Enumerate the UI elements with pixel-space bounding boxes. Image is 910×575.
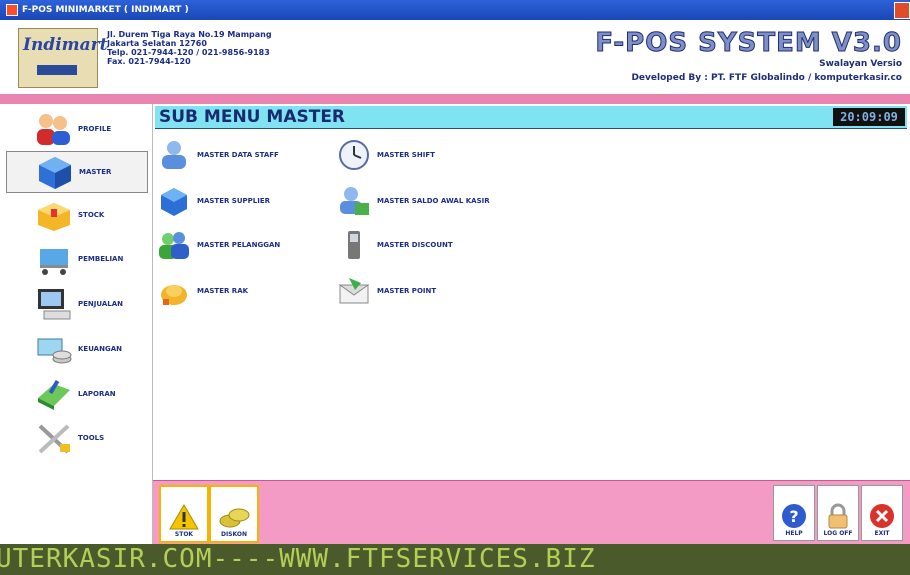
logo-text: Indimart [23, 35, 108, 55]
padlock-icon [828, 503, 848, 529]
sidebar-item-label: PEMBELIAN [78, 255, 124, 263]
stok-label: STOK [174, 531, 194, 538]
log-off-label: LOG OFF [823, 530, 853, 537]
cube-icon [35, 154, 75, 190]
clock-display: 20:09:09 [833, 108, 905, 126]
window-close-button[interactable] [894, 2, 910, 19]
sidebar-item-master[interactable]: MASTER [6, 151, 148, 193]
bottom-toolbar: STOK DISKON ? HELP LOG OFF EXIT [153, 480, 910, 545]
menu-item-master-pelanggan[interactable]: MASTER PELANGGAN [157, 228, 280, 262]
menu-item-master-supplier[interactable]: MASTER SUPPLIER [157, 184, 270, 218]
app-header: Indimart Jl. Durem Tiga Raya No.19 Mampa… [0, 20, 910, 94]
developer-credit: Developed By : PT. FTF Globalindo / komp… [631, 73, 902, 83]
menu-item-label: MASTER SALDO AWAL KASIR [377, 197, 490, 205]
shopping-cart-icon [34, 241, 74, 277]
log-off-button[interactable]: LOG OFF [817, 485, 859, 541]
menu-item-label: MASTER RAK [197, 287, 249, 295]
menu-item-master-shift[interactable]: MASTER SHIFT [337, 138, 435, 172]
phone-discount-icon [337, 229, 371, 261]
menu-item-master-point[interactable]: MASTER POINT [337, 274, 436, 308]
address-line: Jakarta Selatan 12760 [107, 39, 207, 48]
stok-button[interactable]: STOK [159, 485, 209, 543]
help-button[interactable]: ? HELP [773, 485, 815, 541]
exit-label: EXIT [874, 530, 890, 537]
address-line: Telp. 021-7944-120 / 021-9856-9183 [107, 48, 270, 57]
menu-item-master-rak[interactable]: MASTER RAK [157, 274, 248, 308]
coins-icon [219, 508, 250, 528]
customers-icon [157, 229, 191, 261]
staff-icon [157, 139, 191, 171]
sidebar-item-label: PROFILE [78, 125, 112, 133]
sidebar-item-label: STOCK [78, 211, 105, 219]
sidebar-item-laporan[interactable]: LAPORAN [6, 374, 146, 414]
submenu-header: SUB MENU MASTER 20:09:09 [155, 106, 907, 129]
exit-button[interactable]: EXIT [861, 485, 903, 541]
sidebar-item-label: PENJUALAN [78, 300, 123, 308]
company-logo: Indimart [18, 28, 107, 88]
company-address: Jl. Durem Tiga Raya No.19 Mampang Jakart… [107, 30, 272, 66]
sidebar-item-pembelian[interactable]: PEMBELIAN [6, 239, 146, 279]
main-panel: SUB MENU MASTER 20:09:09 MASTER DATA STA… [153, 104, 910, 480]
sidebar-item-label: LAPORAN [78, 390, 116, 398]
diskon-button[interactable]: DISKON [209, 485, 259, 543]
close-icon [870, 504, 894, 528]
menu-item-label: MASTER SHIFT [377, 151, 435, 159]
menu-item-label: MASTER POINT [377, 287, 437, 295]
users-icon [34, 111, 74, 147]
menu-item-master-data-staff[interactable]: MASTER DATA STAFF [157, 138, 279, 172]
warning-icon [169, 504, 199, 530]
app-version: Swalayan Versio [819, 59, 902, 69]
menu-item-label: MASTER PELANGGAN [197, 241, 281, 249]
money-icon [34, 331, 74, 367]
banner-text: UTERKASIR.COM----WWW.FTFSERVICES.BIZ [0, 544, 596, 574]
box-icon [34, 197, 74, 233]
window-titlebar: F-POS MINIMARKET ( INDIMART ) [0, 0, 910, 20]
logo-subbar [37, 65, 77, 75]
page-title: SUB MENU MASTER [159, 107, 346, 127]
menu-item-label: MASTER DISCOUNT [377, 241, 453, 249]
app-icon [6, 4, 18, 16]
shelf-icon [157, 275, 191, 307]
sidebar-item-tools[interactable]: TOOLS [6, 418, 146, 458]
help-label: HELP [785, 530, 803, 537]
sidebar-item-penjualan[interactable]: PENJUALAN [6, 284, 146, 324]
sidebar: PROFILE MASTER STOCK PEMBELIAN PENJUALAN… [0, 104, 153, 544]
sidebar-item-keuangan[interactable]: KEUANGAN [6, 329, 146, 369]
sidebar-item-profile[interactable]: PROFILE [6, 109, 146, 149]
app-title: F-POS SYSTEM V3.0 [595, 28, 902, 59]
window-title: F-POS MINIMARKET ( INDIMART ) [22, 5, 189, 15]
address-line: Fax. 021-7944-120 [107, 57, 191, 66]
svg-text:?: ? [789, 507, 798, 526]
address-line: Jl. Durem Tiga Raya No.19 Mampang [107, 30, 272, 39]
diskon-label: DISKON [220, 531, 248, 538]
sidebar-item-label: TOOLS [78, 434, 105, 442]
computer-icon [34, 286, 74, 322]
menu-item-master-saldo-awal-kasir[interactable]: MASTER SALDO AWAL KASIR [337, 184, 490, 218]
supplier-icon [157, 185, 191, 217]
sidebar-item-label: MASTER [79, 168, 112, 176]
header-divider [0, 94, 910, 104]
sidebar-item-label: KEUANGAN [78, 345, 122, 353]
menu-item-master-discount[interactable]: MASTER DISCOUNT [337, 228, 453, 262]
scrolling-banner: UTERKASIR.COM----WWW.FTFSERVICES.BIZ [0, 544, 910, 575]
menu-item-label: MASTER SUPPLIER [197, 197, 271, 205]
clock-icon [337, 139, 371, 171]
menu-item-label: MASTER DATA STAFF [197, 151, 279, 159]
envelope-point-icon [337, 275, 371, 307]
tools-icon [34, 420, 74, 456]
report-icon [34, 376, 74, 412]
help-icon: ? [782, 504, 806, 528]
cashier-balance-icon [337, 185, 371, 217]
sidebar-item-stock[interactable]: STOCK [6, 195, 146, 235]
